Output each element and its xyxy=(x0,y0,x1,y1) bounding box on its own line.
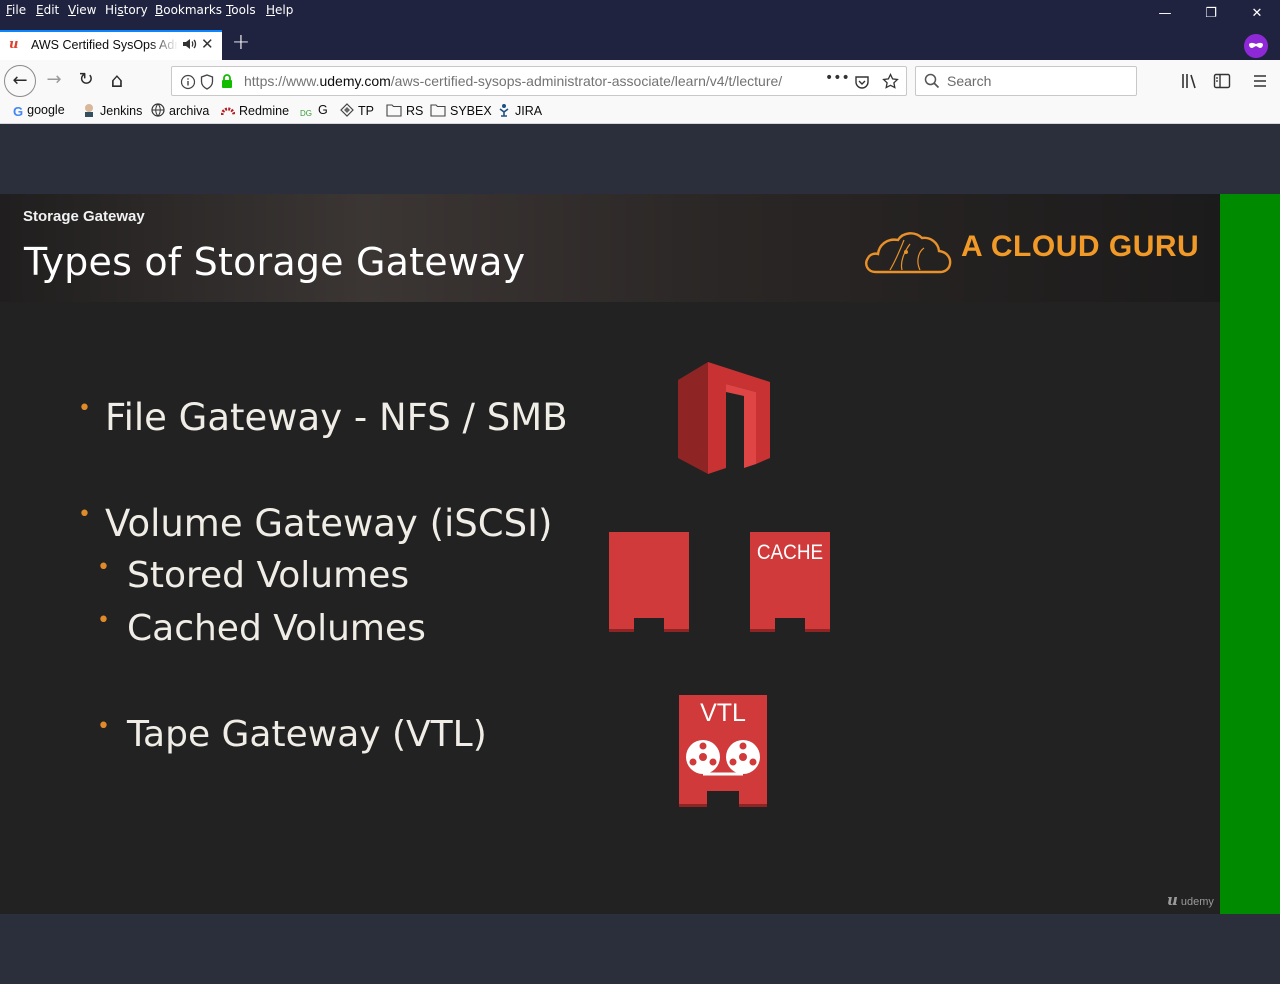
url-bar[interactable]: https://www.udemy.com/aws-certified-syso… xyxy=(171,66,907,96)
navigation-bar: ← → ↻ ⌂ https://www.udemy.com/aws-certif… xyxy=(0,60,1280,100)
bullet-cached-volumes: • Cached Volumes xyxy=(97,608,426,649)
cached-volume-icon: CACHE xyxy=(750,532,830,634)
private-mask-icon[interactable] xyxy=(1244,34,1268,58)
vtl-label: VTL xyxy=(700,699,746,727)
reload-button[interactable]: ↻ xyxy=(72,66,100,94)
search-icon xyxy=(924,73,940,89)
menu-bar: File Edit View History Bookmarks Tools H… xyxy=(0,0,1280,22)
new-tab-button[interactable]: + xyxy=(229,32,253,56)
bullet-dot: • xyxy=(78,502,91,527)
speaker-icon[interactable] xyxy=(181,36,197,52)
url-text[interactable]: https://www.udemy.com/aws-certified-syso… xyxy=(244,73,804,89)
bookmark-tp[interactable]: TP xyxy=(340,103,374,118)
bookmark-g[interactable]: DG G xyxy=(300,103,328,123)
green-side-panel xyxy=(1220,194,1280,914)
tape-gateway-icon: VTL xyxy=(679,695,767,809)
slide-header: Storage Gateway Types of Storage Gateway… xyxy=(0,194,1220,302)
jira-icon xyxy=(499,104,509,117)
pocket-icon[interactable] xyxy=(854,74,870,90)
info-icon[interactable] xyxy=(180,74,196,90)
menu-edit[interactable]: Edit xyxy=(36,3,59,17)
search-placeholder: Search xyxy=(947,73,992,89)
forward-button[interactable]: → xyxy=(40,66,68,94)
menu-tools[interactable]: Tools xyxy=(226,3,256,17)
menu-file[interactable]: File xyxy=(6,3,26,17)
shield-icon[interactable] xyxy=(200,74,214,90)
bullet-file-gateway: • File Gateway - NFS / SMB xyxy=(78,396,568,439)
bullet-dot: • xyxy=(97,608,110,633)
sidebar-icon[interactable] xyxy=(1213,73,1231,89)
globe-icon xyxy=(151,103,165,117)
tab-udemy[interactable]: u AWS Certified SysOps Administrator - A… xyxy=(0,30,222,60)
dg-icon: DG xyxy=(300,109,312,118)
tp-icon xyxy=(340,103,354,117)
menu-bookmarks[interactable]: Bookmarks xyxy=(155,3,222,17)
lock-icon[interactable] xyxy=(220,73,234,89)
bullet-dot: • xyxy=(78,396,91,421)
page-actions-button[interactable]: ••• xyxy=(825,70,850,86)
bookmarks-bar: Ggoogle Jenkins archiva Redmine DG G TP R… xyxy=(0,100,1280,124)
bookmark-jenkins[interactable]: Jenkins xyxy=(82,103,142,118)
bullet-dot: • xyxy=(97,714,110,739)
bullet-tape-gateway: • Tape Gateway (VTL) xyxy=(97,714,487,755)
cloud-logo-icon xyxy=(865,232,952,274)
bookmark-redmine[interactable]: Redmine xyxy=(221,103,289,118)
google-icon: G xyxy=(13,104,24,119)
home-button[interactable]: ⌂ xyxy=(103,66,131,94)
bookmark-star-icon[interactable] xyxy=(882,73,899,90)
udemy-watermark: u udemy xyxy=(1167,891,1214,909)
udemy-logo-icon: u xyxy=(1167,891,1178,909)
brand-name: A CLOUD GURU xyxy=(961,230,1200,263)
bullet-stored-volumes: • Stored Volumes xyxy=(97,555,410,596)
stored-volume-icon xyxy=(609,532,689,632)
slide-kicker: Storage Gateway xyxy=(23,208,145,225)
page-content: Storage Gateway Types of Storage Gateway… xyxy=(0,124,1280,984)
bullet-dot: • xyxy=(97,555,110,580)
search-bar[interactable]: Search xyxy=(915,66,1137,96)
bookmark-archiva[interactable]: archiva xyxy=(151,103,209,118)
back-button[interactable]: ← xyxy=(4,65,36,97)
folder-icon xyxy=(386,104,402,117)
lecture-video[interactable]: Storage Gateway Types of Storage Gateway… xyxy=(0,194,1220,914)
slide-title: Types of Storage Gateway xyxy=(24,240,526,284)
library-icon[interactable] xyxy=(1181,73,1199,89)
jenkins-icon xyxy=(85,104,93,117)
bullet-volume-gateway: • Volume Gateway (iSCSI) xyxy=(78,502,553,545)
menu-history[interactable]: History xyxy=(105,3,148,17)
close-tab-icon[interactable]: ✕ xyxy=(201,35,214,53)
file-gateway-icon xyxy=(678,362,770,474)
tab-title-fade xyxy=(150,36,178,56)
bookmark-rs[interactable]: RS xyxy=(386,103,423,118)
bookmark-jira[interactable]: JIRA xyxy=(497,103,542,118)
tab-bar: u AWS Certified SysOps Administrator - A… xyxy=(0,22,1280,60)
menu-view[interactable]: View xyxy=(68,3,96,17)
menu-help[interactable]: Help xyxy=(266,3,293,17)
cache-label: CACHE xyxy=(756,541,824,564)
bookmark-sybex[interactable]: SYBEX xyxy=(430,103,492,118)
folder-icon xyxy=(430,104,446,117)
bookmark-google[interactable]: Ggoogle xyxy=(13,103,65,119)
udemy-icon: u xyxy=(9,37,19,52)
hamburger-menu-icon[interactable] xyxy=(1252,73,1268,89)
redmine-icon xyxy=(221,107,235,116)
